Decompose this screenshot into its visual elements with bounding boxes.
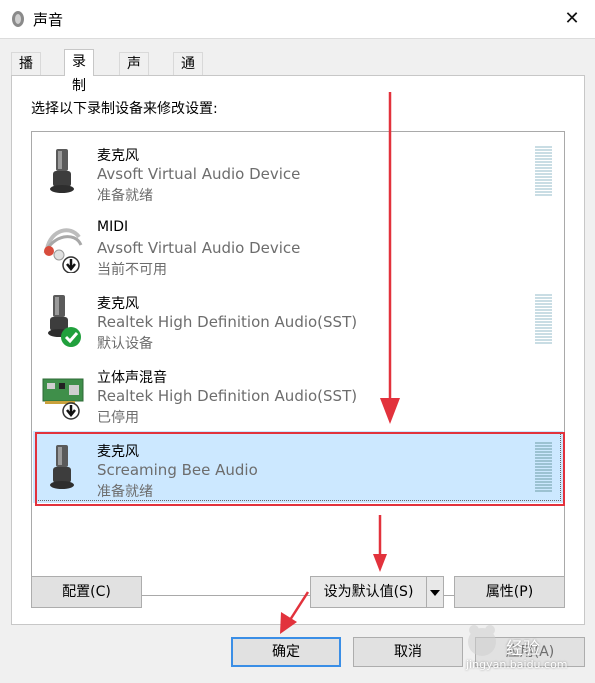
microphone-icon	[48, 295, 81, 347]
device-driver: Avsoft Virtual Audio Device	[97, 165, 301, 183]
device-status: 准备就绪	[97, 484, 153, 500]
device-name: 立体声混音	[97, 370, 167, 386]
close-button[interactable]: ✕	[549, 0, 595, 38]
level-meter	[535, 146, 552, 196]
device-name: MIDI	[97, 219, 129, 235]
recording-panel: 选择以下录制设备来修改设置: 麦克风 Avsoft Virtual Audio …	[11, 75, 585, 625]
device-item-stereo-mix[interactable]: 立体声混音 Realtek High Definition Audio(SST)…	[33, 357, 563, 429]
cancel-button[interactable]: 取消	[353, 637, 463, 667]
set-default-dropdown[interactable]	[426, 576, 444, 608]
sound-card-icon	[42, 378, 84, 420]
set-default-button[interactable]: 设为默认值(S)	[310, 576, 427, 608]
tab-recording[interactable]: 录制	[64, 49, 94, 94]
device-status: 当前不可用	[97, 262, 167, 278]
device-status: 默认设备	[97, 336, 153, 352]
tab-communications[interactable]: 通信	[173, 52, 203, 94]
microphone-icon	[50, 445, 74, 489]
device-item-microphone-screaming-bee[interactable]: 麦克风 Screaming Bee Audio 准备就绪	[33, 431, 563, 503]
device-driver: Realtek High Definition Audio(SST)	[97, 313, 358, 331]
speaker-icon	[12, 11, 24, 27]
level-meter	[535, 294, 552, 344]
device-name: 麦克风	[97, 444, 139, 460]
watermark-text: 经验	[506, 639, 540, 659]
device-status: 已停用	[97, 410, 139, 426]
level-meter	[535, 442, 552, 492]
device-driver: Realtek High Definition Audio(SST)	[97, 387, 358, 405]
device-item-microphone-realtek[interactable]: 麦克风 Realtek High Definition Audio(SST) 默…	[33, 283, 563, 355]
cable-icon	[43, 228, 83, 273]
configure-button[interactable]: 配置(C)	[31, 576, 142, 608]
window-title: 声音	[33, 11, 64, 29]
ok-button[interactable]: 确定	[231, 637, 341, 667]
device-item-midi[interactable]: MIDI Avsoft Virtual Audio Device 当前不可用	[33, 209, 563, 281]
instruction-text: 选择以下录制设备来修改设置:	[31, 101, 218, 117]
properties-button[interactable]: 属性(P)	[454, 576, 565, 608]
tab-sounds[interactable]: 声音	[119, 52, 149, 94]
device-name: 麦克风	[97, 148, 139, 164]
device-item-microphone-avsoft[interactable]: 麦克风 Avsoft Virtual Audio Device 准备就绪	[33, 135, 563, 207]
tab-playback[interactable]: 播放	[11, 52, 41, 94]
device-driver: Screaming Bee Audio	[97, 461, 258, 479]
watermark-url: jingyan.baidu.com	[466, 658, 568, 671]
device-status: 准备就绪	[97, 188, 153, 204]
device-name: 麦克风	[97, 296, 139, 312]
device-list[interactable]: 麦克风 Avsoft Virtual Audio Device 准备就绪 MID…	[31, 131, 565, 596]
title-bar: 声音 ✕	[0, 0, 595, 38]
microphone-icon	[50, 149, 74, 193]
chevron-down-icon	[430, 590, 440, 596]
device-driver: Avsoft Virtual Audio Device	[97, 239, 301, 257]
